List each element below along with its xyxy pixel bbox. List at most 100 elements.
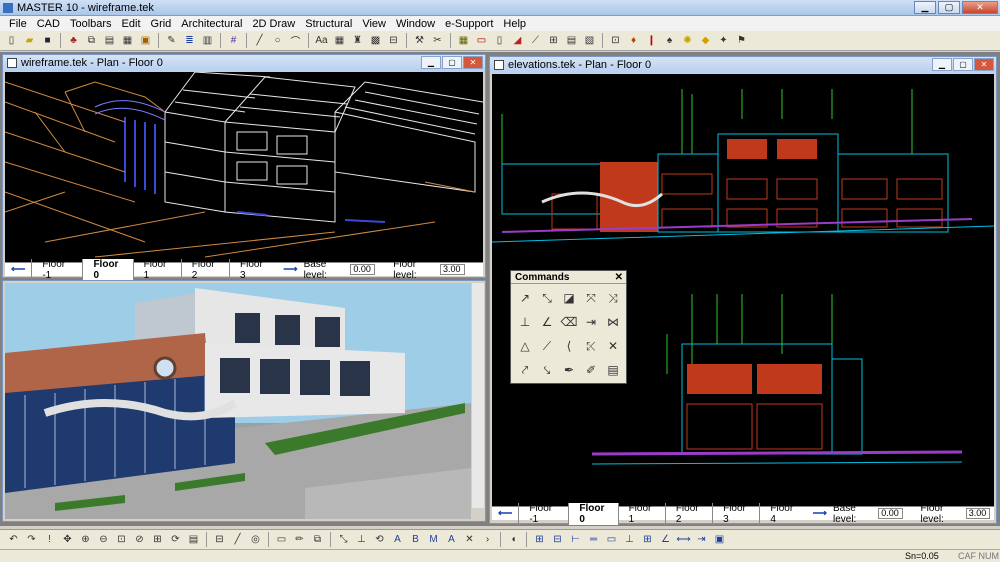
pan-icon[interactable]: ✥ bbox=[60, 532, 75, 547]
cross-icon[interactable]: ✕ bbox=[462, 532, 477, 547]
floor-prev-arrow-icon[interactable]: ⟵ bbox=[492, 508, 518, 519]
cmd-triangle-icon[interactable]: △ bbox=[514, 334, 536, 358]
floor-tab[interactable]: Floor 1 bbox=[132, 258, 181, 281]
menu-structural[interactable]: Structural bbox=[300, 18, 357, 30]
render-canvas[interactable] bbox=[5, 283, 471, 519]
walls-icon[interactable]: ▭ bbox=[474, 33, 489, 48]
menu-toolbars[interactable]: Toolbars bbox=[65, 18, 117, 30]
elevations-restore-button[interactable]: ▢ bbox=[953, 58, 973, 71]
lamp-icon[interactable]: ♠ bbox=[662, 33, 677, 48]
ruler-icon[interactable]: ╱ bbox=[230, 532, 245, 547]
grid-icon[interactable]: # bbox=[226, 33, 241, 48]
properties-icon[interactable]: ▤ bbox=[186, 532, 201, 547]
zoom-window-icon[interactable]: ⊡ bbox=[114, 532, 129, 547]
measure-angle-icon[interactable]: ∠ bbox=[658, 532, 673, 547]
menu-help[interactable]: Help bbox=[498, 18, 531, 30]
cmd-offset-icon[interactable]: ⤨ bbox=[602, 286, 624, 310]
floor-tab[interactable]: Floor 2 bbox=[180, 258, 229, 281]
parallel-icon[interactable]: ═ bbox=[586, 532, 601, 547]
cmd-cross-icon[interactable]: ⤪ bbox=[580, 334, 602, 358]
roof-icon[interactable]: ◢ bbox=[510, 33, 525, 48]
measure-icon[interactable]: ⊟ bbox=[212, 532, 227, 547]
base-level-input[interactable]: 0.00 bbox=[350, 264, 376, 275]
table-icon[interactable]: ▥ bbox=[200, 33, 215, 48]
floor-tab[interactable]: Floor 1 bbox=[617, 502, 665, 525]
zoom-previous-icon[interactable]: ⊘ bbox=[132, 532, 147, 547]
layout-icon[interactable]: ▭ bbox=[274, 532, 289, 547]
paint-icon[interactable]: ♦ bbox=[626, 33, 641, 48]
dimension-icon[interactable]: ⊟ bbox=[386, 33, 401, 48]
circle-icon[interactable]: ○ bbox=[270, 33, 285, 48]
thermometer-icon[interactable]: ❙ bbox=[644, 33, 659, 48]
chevron-right-icon[interactable]: › bbox=[480, 532, 495, 547]
menu-architectural[interactable]: Architectural bbox=[176, 18, 247, 30]
cmd-line-icon[interactable]: ↗ bbox=[514, 286, 536, 310]
cmd-edit-icon[interactable]: ▤ bbox=[602, 358, 624, 382]
column-icon[interactable]: ▤ bbox=[564, 33, 579, 48]
text-icon[interactable]: Aa bbox=[314, 33, 329, 48]
fit-icon[interactable]: ⟲ bbox=[372, 532, 387, 547]
cmd-intersect-icon[interactable]: ✕ bbox=[602, 334, 624, 358]
redo-icon[interactable]: ↷ bbox=[24, 532, 39, 547]
cmd-angle-icon[interactable]: ∠ bbox=[536, 310, 558, 334]
cmd-rectangle-icon[interactable]: ◪ bbox=[558, 286, 580, 310]
wireframe-restore-button[interactable]: ▢ bbox=[442, 56, 462, 69]
base-level-input[interactable]: 0.00 bbox=[878, 508, 903, 519]
symbol-icon[interactable]: ♜ bbox=[350, 33, 365, 48]
pencil-icon[interactable]: ✎ bbox=[164, 33, 179, 48]
slab-icon[interactable]: ▧ bbox=[582, 33, 597, 48]
close-button[interactable]: ✕ bbox=[962, 1, 998, 14]
text-align-icon[interactable]: A bbox=[444, 532, 459, 547]
regen-icon[interactable]: ⟳ bbox=[168, 532, 183, 547]
zoom-all-icon[interactable]: ⊞ bbox=[150, 532, 165, 547]
cmd-perpendicular-icon[interactable]: ⤧ bbox=[580, 286, 602, 310]
menu-grid[interactable]: Grid bbox=[146, 18, 177, 30]
cmd-pick-icon[interactable]: ✒ bbox=[558, 358, 580, 382]
wireframe-canvas[interactable] bbox=[5, 72, 483, 262]
cmd-erase-icon[interactable]: ⌫ bbox=[558, 310, 580, 334]
floor-next-arrow-icon[interactable]: ⟶ bbox=[277, 264, 303, 275]
cmd-snap-icon[interactable]: ⤤ bbox=[514, 358, 536, 382]
save-icon[interactable]: ■ bbox=[40, 33, 55, 48]
commands-panel[interactable]: Commands ✕ ↗ ⤡ ◪ ⤧ ⤨ ⊥ ∠ ⌫ ⇥ ⋈ △ ⟋ ⟨ ⤪ ✕… bbox=[510, 270, 627, 384]
light-icon[interactable]: ✦ bbox=[716, 33, 731, 48]
floor-tab[interactable]: Floor 3 bbox=[712, 502, 759, 525]
cmd-tangent-icon[interactable]: ⟋ bbox=[536, 334, 558, 358]
floor-tab[interactable]: Floor 2 bbox=[664, 502, 712, 525]
cmd-dropper-icon[interactable]: ✐ bbox=[580, 358, 602, 382]
block-icon[interactable]: ▦ bbox=[332, 33, 347, 48]
sun-icon[interactable]: ✺ bbox=[680, 33, 695, 48]
open-folder-icon[interactable]: ▰ bbox=[22, 33, 37, 48]
grid-snap-icon[interactable]: ⊞ bbox=[532, 532, 547, 547]
align-icon[interactable]: ⊟ bbox=[550, 532, 565, 547]
floor-tab[interactable]: Floor 4 bbox=[759, 502, 806, 525]
offset-icon[interactable]: ⊞ bbox=[640, 532, 655, 547]
zoom-out-icon[interactable]: ⊖ bbox=[96, 532, 111, 547]
box-icon[interactable]: ▣ bbox=[712, 532, 727, 547]
window-icon[interactable]: ⊡ bbox=[608, 33, 623, 48]
cmd-mirror-icon[interactable]: ⤥ bbox=[536, 358, 558, 382]
floor-next-arrow-icon[interactable]: ⟶ bbox=[807, 508, 833, 519]
door-icon[interactable]: ▯ bbox=[492, 33, 507, 48]
layers-icon[interactable]: ≣ bbox=[182, 33, 197, 48]
paste-icon[interactable]: ▤ bbox=[102, 33, 117, 48]
menu-window[interactable]: Window bbox=[391, 18, 440, 30]
floor-level-input[interactable]: 3.00 bbox=[965, 508, 991, 519]
floor-tab[interactable]: Floor 3 bbox=[229, 258, 277, 281]
tree-icon[interactable]: ♣ bbox=[66, 33, 81, 48]
menu-edit[interactable]: Edit bbox=[117, 18, 146, 30]
floor-tab[interactable]: Floor -1 bbox=[31, 258, 82, 281]
dimension-icon[interactable]: ⊢ bbox=[568, 532, 583, 547]
pen-icon[interactable]: ✏ bbox=[292, 532, 307, 547]
new-file-icon[interactable]: ▯ bbox=[4, 33, 19, 48]
floor-prev-arrow-icon[interactable]: ⟵ bbox=[5, 264, 31, 275]
snap-icon[interactable]: ⤡ bbox=[336, 532, 351, 547]
tools-icon[interactable]: ⚒ bbox=[412, 33, 427, 48]
camera-icon[interactable]: ⚑ bbox=[734, 33, 749, 48]
cmd-polyline-icon[interactable]: ⤡ bbox=[536, 286, 558, 310]
line-icon[interactable]: ╱ bbox=[252, 33, 267, 48]
text-menu-icon[interactable]: M bbox=[426, 532, 441, 547]
insert-icon[interactable]: ⇥ bbox=[694, 532, 709, 547]
mouse-icon[interactable]: ◖ bbox=[506, 532, 521, 547]
cmd-extend-icon[interactable]: ⇥ bbox=[580, 310, 602, 334]
